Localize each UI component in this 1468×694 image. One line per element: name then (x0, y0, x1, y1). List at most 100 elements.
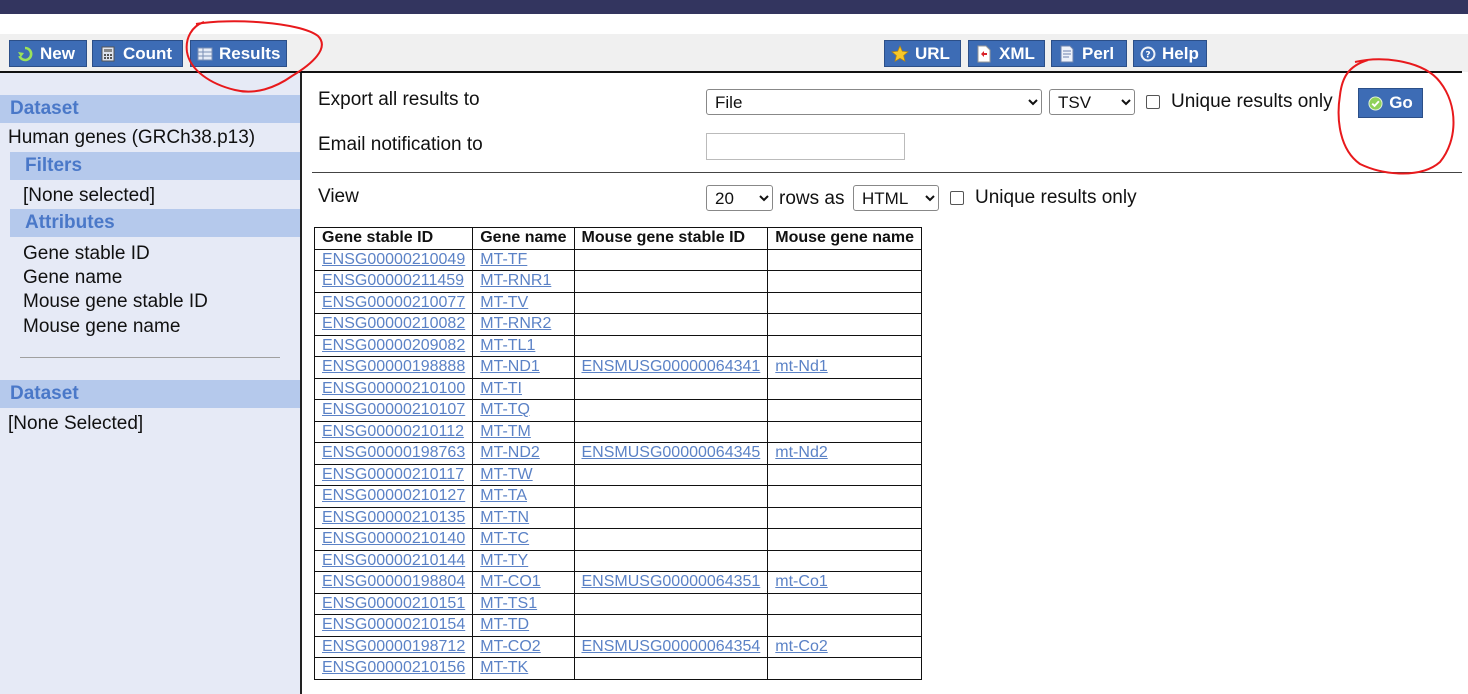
gene-name-link[interactable]: MT-RNR2 (480, 315, 551, 332)
gene-name-link[interactable]: MT-TY (480, 552, 528, 569)
rows-count-select[interactable]: 20 (706, 185, 773, 211)
gene-stable-id-link[interactable]: ENSG00000198763 (322, 444, 465, 461)
table-cell: ENSG00000210151 (313, 592, 474, 615)
gene-name-link[interactable]: MT-TD (480, 616, 529, 633)
xml-button[interactable]: XML (968, 40, 1045, 67)
email-label: Email notification to (318, 134, 483, 155)
gene-stable-id-link[interactable]: ENSG00000198804 (322, 573, 465, 590)
gene-stable-id-link[interactable]: ENSG00000210082 (322, 315, 465, 332)
gene-name-link[interactable]: MT-TI (480, 380, 522, 397)
mouse-gene-stable-id-link[interactable]: ENSMUSG00000064345 (582, 444, 761, 461)
table-cell: ENSG00000209082 (313, 334, 474, 357)
view-unique-checkbox[interactable] (950, 191, 964, 205)
results-button[interactable]: Results (190, 40, 287, 67)
top-banner (0, 0, 1468, 14)
gene-stable-id-link[interactable]: ENSG00000210156 (322, 659, 465, 676)
gene-name-link[interactable]: MT-TA (480, 487, 527, 504)
email-input[interactable] (706, 133, 905, 160)
mouse-gene-stable-id-link[interactable]: ENSMUSG00000064354 (582, 638, 761, 655)
gene-stable-id-link[interactable]: ENSG00000198888 (322, 358, 465, 375)
gene-stable-id-link[interactable]: ENSG00000210112 (322, 423, 464, 440)
export-unique-checkbox[interactable] (1146, 95, 1160, 109)
mouse-gene-stable-id-link[interactable]: ENSMUSG00000064351 (582, 573, 761, 590)
table-cell (573, 549, 769, 572)
gene-name-link[interactable]: MT-TL1 (480, 337, 535, 354)
gene-name-link[interactable]: MT-TW (480, 466, 532, 483)
new-button[interactable]: New (9, 40, 87, 67)
filters-heading[interactable]: Filters (10, 152, 300, 180)
gene-stable-id-link[interactable]: ENSG00000198712 (322, 638, 465, 655)
view-format-select[interactable]: HTML (853, 185, 939, 211)
table-cell: ENSG00000210135 (313, 506, 474, 529)
gene-stable-id-link[interactable]: ENSG00000210140 (322, 530, 465, 547)
filters-value[interactable]: [None selected] (23, 185, 155, 207)
table-row: ENSG00000198763 MT-ND2 ENSMUSG00000064345 m… (313, 442, 922, 465)
dataset-heading[interactable]: Dataset (0, 95, 300, 123)
table-cell: mt-Co2 (767, 635, 922, 658)
dataset-value[interactable]: Human genes (GRCh38.p13) (8, 127, 255, 149)
gene-name-link[interactable]: MT-ND2 (480, 444, 540, 461)
table-cell: MT-TM (472, 420, 575, 443)
perl-button[interactable]: Perl (1051, 40, 1127, 67)
count-button[interactable]: Count (92, 40, 183, 67)
table-cell: ENSG00000210117 (313, 463, 474, 486)
attribute-item[interactable]: Mouse gene name (23, 316, 180, 338)
gene-name-link[interactable]: MT-TK (480, 659, 528, 676)
url-button[interactable]: URL (884, 40, 961, 67)
table-cell (573, 420, 769, 443)
gene-name-link[interactable]: MT-TF (480, 251, 527, 268)
column-header: Gene stable ID (313, 227, 474, 250)
mouse-gene-name-link[interactable]: mt-Nd2 (775, 444, 827, 461)
export-destination-select[interactable]: File (706, 89, 1042, 115)
gene-stable-id-link[interactable]: ENSG00000211459 (322, 272, 464, 289)
mouse-gene-name-link[interactable]: mt-Nd1 (775, 358, 827, 375)
gene-stable-id-link[interactable]: ENSG00000210077 (322, 294, 465, 311)
mouse-gene-name-link[interactable]: mt-Co1 (775, 573, 827, 590)
table-cell: ENSG00000210107 (313, 399, 474, 422)
gene-name-link[interactable]: MT-TN (480, 509, 529, 526)
table-cell: ENSG00000198888 (313, 356, 474, 379)
gene-name-link[interactable]: MT-TQ (480, 401, 530, 418)
gene-stable-id-link[interactable]: ENSG00000210107 (322, 401, 465, 418)
table-cell (767, 485, 922, 508)
gene-stable-id-link[interactable]: ENSG00000210100 (322, 380, 465, 397)
mouse-gene-name-link[interactable]: mt-Co2 (775, 638, 827, 655)
attribute-item[interactable]: Gene stable ID (23, 243, 150, 265)
dataset2-value[interactable]: [None Selected] (8, 413, 143, 435)
table-cell: MT-TN (472, 506, 575, 529)
gene-stable-id-link[interactable]: ENSG00000210135 (322, 509, 465, 526)
attribute-item[interactable]: Mouse gene stable ID (23, 291, 208, 313)
gene-name-link[interactable]: MT-TC (480, 530, 529, 547)
go-button[interactable]: Go (1358, 88, 1423, 118)
table-row: ENSG00000210049 MT-TF (313, 248, 922, 271)
help-button[interactable]: ? Help (1133, 40, 1207, 67)
mouse-gene-stable-id-link[interactable]: ENSMUSG00000064341 (582, 358, 761, 375)
attribute-item[interactable]: Gene name (23, 267, 122, 289)
gene-name-link[interactable]: MT-CO1 (480, 573, 540, 590)
gene-stable-id-link[interactable]: ENSG00000210154 (322, 616, 465, 633)
table-cell: mt-Nd1 (767, 356, 922, 379)
gene-name-link[interactable]: MT-TM (480, 423, 531, 440)
gene-name-link[interactable]: MT-CO2 (480, 638, 540, 655)
export-format-select[interactable]: TSV (1049, 89, 1135, 115)
table-cell: ENSMUSG00000064354 (573, 635, 769, 658)
table-cell: MT-TI (472, 377, 575, 400)
gene-stable-id-link[interactable]: ENSG00000210144 (322, 552, 465, 569)
view-unique-label: Unique results only (975, 187, 1137, 208)
gene-name-link[interactable]: MT-TV (480, 294, 528, 311)
table-row: ENSG00000198888 MT-ND1 ENSMUSG00000064341 m… (313, 356, 922, 379)
table-cell: ENSMUSG00000064351 (573, 571, 769, 594)
table-row: ENSG00000210154 MT-TD (313, 614, 922, 637)
gene-name-link[interactable]: MT-ND1 (480, 358, 540, 375)
gene-stable-id-link[interactable]: ENSG00000210049 (322, 251, 465, 268)
gene-name-link[interactable]: MT-RNR1 (480, 272, 551, 289)
gene-stable-id-link[interactable]: ENSG00000210117 (322, 466, 464, 483)
gene-name-link[interactable]: MT-TS1 (480, 595, 537, 612)
attributes-heading[interactable]: Attributes (10, 209, 300, 237)
gene-stable-id-link[interactable]: ENSG00000209082 (322, 337, 465, 354)
gene-stable-id-link[interactable]: ENSG00000210127 (322, 487, 465, 504)
dataset2-heading[interactable]: Dataset (0, 380, 300, 408)
table-row: ENSG00000210117 MT-TW (313, 463, 922, 486)
gene-stable-id-link[interactable]: ENSG00000210151 (322, 595, 465, 612)
table-row: ENSG00000210156 MT-TK (313, 657, 922, 680)
